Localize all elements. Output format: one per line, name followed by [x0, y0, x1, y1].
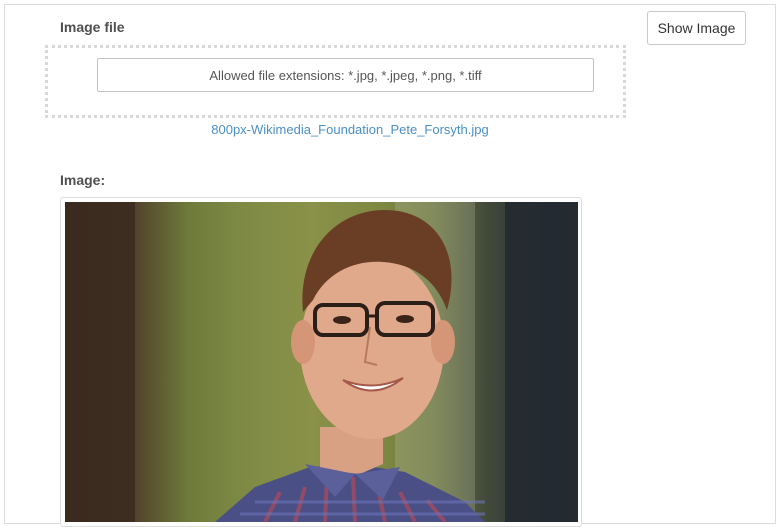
file-input[interactable]: Allowed file extensions: *.jpg, *.jpeg, …	[97, 58, 594, 92]
show-image-button[interactable]: Show Image	[647, 11, 746, 45]
portrait-photo	[65, 202, 578, 522]
image-file-label: Image file	[60, 19, 125, 35]
image-label: Image:	[60, 172, 106, 188]
uploaded-file-link[interactable]: 800px-Wikimedia_Foundation_Pete_Forsyth.…	[0, 122, 700, 137]
